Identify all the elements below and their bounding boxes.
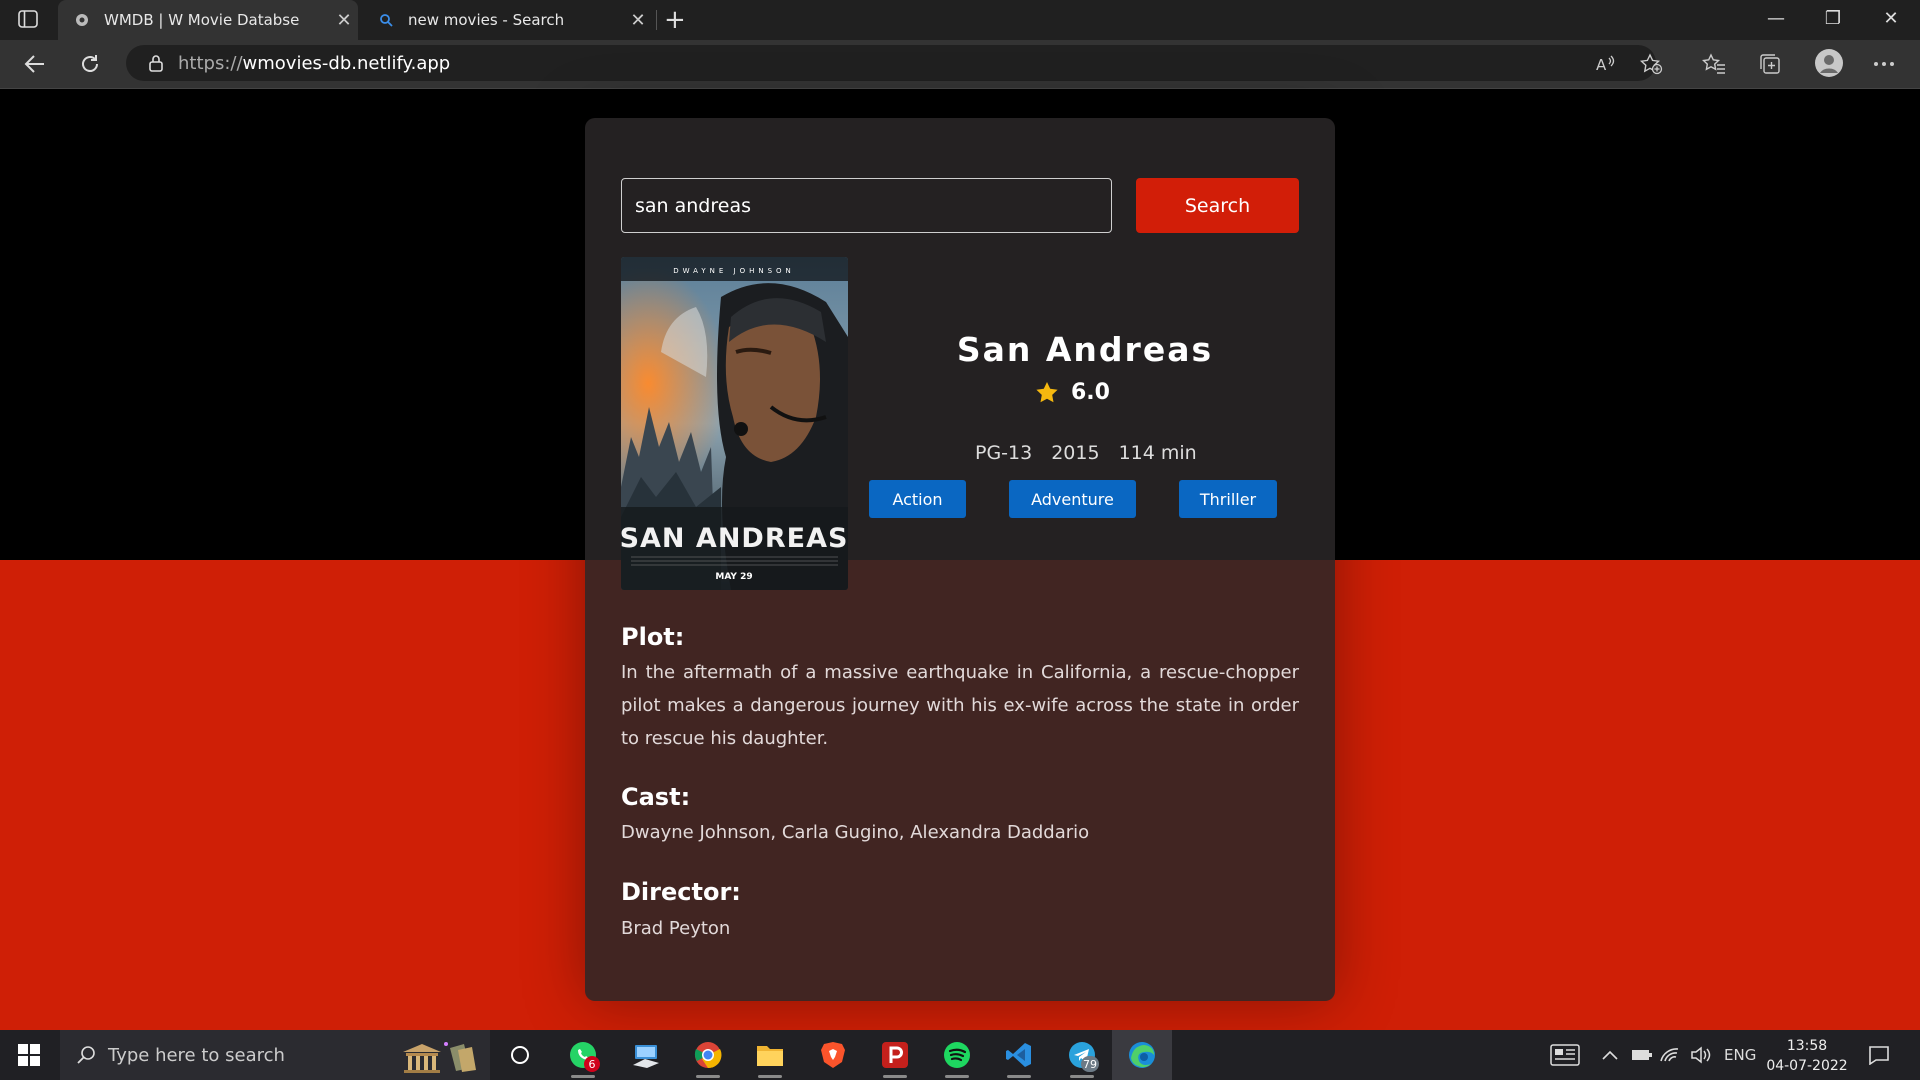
wmdb-favicon-icon xyxy=(74,12,90,28)
whatsapp-icon[interactable]: 6 xyxy=(557,1030,609,1080)
chrome-icon[interactable] xyxy=(682,1030,734,1080)
movie-runtime: 114 min xyxy=(1118,442,1197,464)
brave-icon[interactable] xyxy=(807,1030,859,1080)
genre-tag-adventure: Adventure xyxy=(1009,480,1136,518)
url-field[interactable]: https://wmovies-db.netlify.app xyxy=(126,45,1656,81)
plot-text: In the aftermath of a massive earthquake… xyxy=(621,662,1299,749)
movie-title: San Andreas xyxy=(956,330,1214,369)
telegram-icon[interactable]: 79 xyxy=(1056,1030,1108,1080)
movie-meta: PG-13 2015 114 min xyxy=(975,442,1197,464)
windows-start-icon[interactable] xyxy=(18,1044,40,1066)
star-icon xyxy=(1035,381,1059,404)
close-tab-icon[interactable]: ✕ xyxy=(624,10,652,31)
more-options-icon[interactable] xyxy=(1871,52,1897,76)
poster-actor-text: DWAYNE JOHNSON xyxy=(673,267,795,275)
taskbar-search-placeholder: Type here to search xyxy=(108,1044,285,1066)
poster-date-text: MAY 29 xyxy=(715,572,752,582)
genre-tag-thriller: Thriller xyxy=(1179,480,1277,518)
news-widget-icon[interactable] xyxy=(1550,1030,1580,1080)
collections-icon[interactable] xyxy=(1757,52,1783,76)
movie-rating: 6.0 xyxy=(1035,380,1110,405)
taskbar-search-box[interactable]: Type here to search xyxy=(60,1030,490,1080)
tab-actions-icon[interactable] xyxy=(18,10,40,30)
movie-year: 2015 xyxy=(1051,442,1100,464)
clock-time: 13:58 xyxy=(1786,1038,1828,1054)
battery-icon[interactable] xyxy=(1631,1030,1653,1080)
whatsapp-badge: 6 xyxy=(584,1056,600,1072)
tab-wmdb[interactable]: WMDB | W Movie Databse ✕ xyxy=(58,0,358,40)
telegram-badge: 79 xyxy=(1081,1056,1099,1072)
file-explorer-icon[interactable] xyxy=(744,1030,796,1080)
lock-icon[interactable] xyxy=(148,54,164,72)
add-favorite-icon[interactable] xyxy=(1638,52,1664,76)
url-host: wmovies-db.netlify.app xyxy=(242,52,451,74)
page-viewport: Search xyxy=(0,89,1920,1030)
postman-icon[interactable] xyxy=(869,1030,921,1080)
director-heading: Director: xyxy=(621,878,741,906)
search-button[interactable]: Search xyxy=(1136,178,1299,233)
tab-label: new movies - Search xyxy=(408,11,565,29)
plot-heading: Plot: xyxy=(621,623,685,651)
genre-tag-action: Action xyxy=(869,480,966,518)
edge-icon[interactable] xyxy=(1112,1030,1172,1080)
svg-text:A: A xyxy=(1596,56,1607,74)
wifi-icon[interactable] xyxy=(1660,1030,1680,1080)
language-indicator[interactable]: ENG xyxy=(1724,1030,1756,1080)
system-clock[interactable]: 13:58 04-07-2022 xyxy=(1762,1036,1852,1076)
refresh-icon[interactable] xyxy=(75,50,105,78)
show-hidden-icons-icon[interactable] xyxy=(1602,1030,1618,1080)
remote-desktop-icon[interactable] xyxy=(620,1030,672,1080)
search-favicon-icon xyxy=(378,12,394,28)
url-text: https://wmovies-db.netlify.app xyxy=(178,53,450,74)
read-aloud-icon[interactable]: A xyxy=(1593,52,1619,76)
tab-label: WMDB | W Movie Databse xyxy=(104,11,300,29)
browser-tab-bar: WMDB | W Movie Databse ✕ new movies - Se… xyxy=(0,0,1920,40)
search-highlight-icon xyxy=(398,1038,480,1074)
volume-icon[interactable] xyxy=(1690,1030,1712,1080)
close-tab-icon[interactable]: ✕ xyxy=(330,10,358,31)
restore-icon[interactable]: ❐ xyxy=(1818,8,1848,29)
windows-taskbar: Type here to search 6 79 ENG 13:58 04-07… xyxy=(0,1030,1920,1080)
movie-search-input[interactable] xyxy=(621,178,1112,233)
back-arrow-icon[interactable] xyxy=(20,50,50,78)
rating-value: 6.0 xyxy=(1071,380,1110,405)
cast-heading: Cast: xyxy=(621,783,691,811)
clock-date: 04-07-2022 xyxy=(1766,1058,1848,1074)
profile-avatar-icon[interactable] xyxy=(1814,48,1844,78)
poster-title-text: SAN ANDREAS xyxy=(621,523,848,554)
address-bar-row: https://wmovies-db.netlify.app A xyxy=(0,40,1920,88)
new-tab-icon[interactable]: + xyxy=(664,6,686,34)
close-window-icon[interactable]: ✕ xyxy=(1876,8,1906,29)
movie-card: Search xyxy=(585,118,1335,1001)
notification-center-icon[interactable] xyxy=(1868,1030,1890,1080)
task-view-icon[interactable] xyxy=(494,1030,546,1080)
vscode-icon[interactable] xyxy=(993,1030,1045,1080)
director-text: Brad Peyton xyxy=(621,918,731,939)
search-icon xyxy=(76,1045,96,1065)
tab-divider xyxy=(656,10,657,30)
favorites-icon[interactable] xyxy=(1701,52,1727,76)
spotify-icon[interactable] xyxy=(931,1030,983,1080)
movie-poster: DWAYNE JOHNSON SAN ANDREAS MAY 29 xyxy=(621,257,848,590)
cast-text: Dwayne Johnson, Carla Gugino, Alexandra … xyxy=(621,822,1090,843)
movie-rated: PG-13 xyxy=(975,442,1033,464)
minimize-icon[interactable]: — xyxy=(1761,8,1791,29)
url-scheme: https:// xyxy=(178,52,243,74)
tab-search[interactable]: new movies - Search ✕ xyxy=(362,0,652,40)
